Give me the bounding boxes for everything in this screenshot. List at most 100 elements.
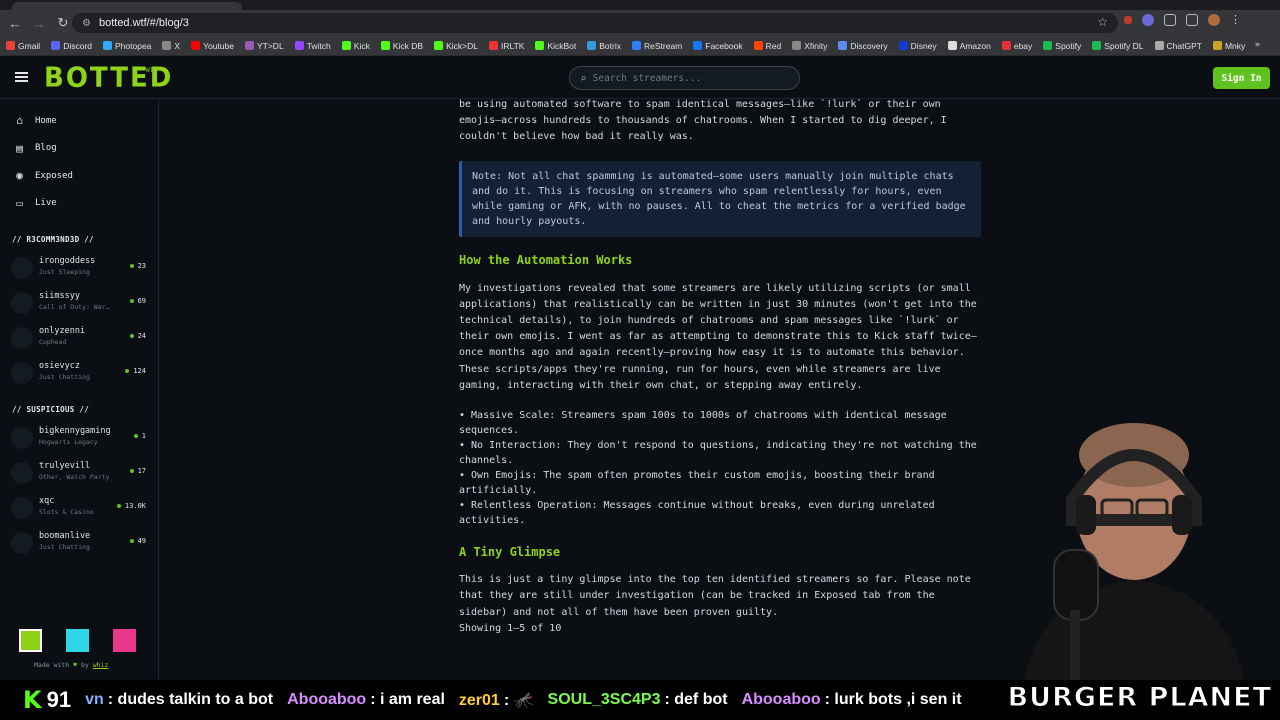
extension-icon[interactable] bbox=[1124, 16, 1132, 24]
bookmark-favicon-icon bbox=[632, 41, 641, 50]
bookmark-item[interactable]: Kick DB bbox=[380, 40, 424, 51]
url-text: botted.wtf/#/blog/3 bbox=[98, 17, 189, 29]
bookmark-favicon-icon bbox=[838, 41, 848, 50]
bookmark-item[interactable]: Photopea bbox=[103, 41, 151, 51]
sidebar-item-label: Blog bbox=[35, 143, 57, 154]
reload-icon[interactable]: ↻ bbox=[52, 12, 74, 34]
bookmark-item[interactable]: Facebook bbox=[693, 41, 743, 51]
list-item: • Relentless Operation: Messages continu… bbox=[459, 500, 935, 527]
streamer-list-item[interactable]: onlyzenni Cuphead 24 bbox=[0, 323, 158, 358]
chat-username: SOUL_3SC4P3 bbox=[547, 691, 661, 708]
bookmark-item[interactable]: Mnky bbox=[1212, 40, 1246, 51]
address-bar[interactable]: ⚙ botted.wtf/#/blog/3 ☆ bbox=[72, 13, 1118, 33]
hamburger-menu-icon[interactable] bbox=[15, 72, 28, 82]
streamer-list-item[interactable]: boomanlive Just Chatting 49 bbox=[0, 528, 158, 563]
viewer-count-value: 17 bbox=[137, 467, 146, 475]
streamer-list-item[interactable]: siimssyy Call of Duty: War… 69 bbox=[0, 288, 158, 323]
site-info-icon[interactable]: ⚙ bbox=[82, 18, 91, 29]
bookmark-item[interactable]: Kick bbox=[341, 40, 370, 51]
streamer-list-item[interactable]: xqc Slots & Casino 13.0K bbox=[0, 493, 158, 528]
bookmark-label: Youtube bbox=[203, 40, 234, 51]
stream-chat-ticker: K 91 vn: dudes talkin to a bot Abooaboo: … bbox=[0, 680, 1280, 720]
bookmark-item[interactable]: X bbox=[162, 41, 180, 51]
theme-swatch-pink[interactable] bbox=[113, 629, 136, 652]
bookmark-item[interactable]: Discord bbox=[51, 41, 92, 51]
viewer-count-value: 24 bbox=[137, 332, 146, 340]
sidebar-item-label: Exposed bbox=[35, 170, 73, 181]
bookmark-favicon-icon bbox=[1001, 41, 1011, 50]
forward-icon[interactable]: → bbox=[28, 12, 50, 34]
webcam-overlay bbox=[984, 400, 1280, 680]
bookmark-label: ChatGPT bbox=[1166, 40, 1202, 51]
streamer-category: Other, Watch Party bbox=[39, 473, 110, 481]
chat-message: vn: dudes talkin to a bot bbox=[85, 691, 273, 709]
bookmarks-overflow-icon[interactable]: » bbox=[1255, 40, 1260, 50]
bookmark-item[interactable]: Gmail bbox=[6, 41, 40, 51]
bookmark-item[interactable]: Spotify bbox=[1043, 41, 1081, 51]
bookmark-item[interactable]: Xfinity bbox=[792, 41, 827, 51]
sidebar-item-exposed[interactable]: ◉ Exposed bbox=[0, 162, 158, 190]
bookmark-item[interactable]: Youtube bbox=[191, 41, 234, 51]
bookmark-label: Kick DB bbox=[392, 40, 424, 51]
streamer-list-item[interactable]: irongoddess Just Sleeping 23 bbox=[0, 253, 158, 288]
menu-kebab-icon[interactable]: ⋮ bbox=[1230, 14, 1242, 26]
author-link[interactable]: whiz bbox=[93, 661, 109, 669]
back-icon[interactable]: ← bbox=[4, 12, 26, 34]
search-icon: ⌕ bbox=[580, 71, 587, 85]
bookmark-item[interactable]: IRLTK bbox=[488, 41, 524, 51]
bookmark-item[interactable]: ChatGPT bbox=[1154, 40, 1202, 51]
bookmark-item[interactable]: Amazon bbox=[947, 41, 991, 51]
bookmark-item[interactable]: YT>DL bbox=[244, 41, 284, 51]
sign-in-button[interactable]: Sign In bbox=[1213, 67, 1270, 89]
sidebar-item-blog[interactable]: ▤ Blog bbox=[0, 135, 158, 163]
sidebar-item-label: Live bbox=[35, 198, 57, 209]
bookmark-label: Mnky bbox=[1224, 40, 1246, 51]
bookmark-star-icon[interactable]: ☆ bbox=[1097, 15, 1108, 29]
profile-avatar[interactable] bbox=[1208, 14, 1220, 26]
bookmark-favicon-icon bbox=[1043, 41, 1053, 50]
sidebar-item-home[interactable]: ⌂ Home bbox=[0, 107, 158, 135]
bookmark-item[interactable]: Disney bbox=[898, 41, 937, 51]
pagination-summary: Showing 1–5 of 10 bbox=[459, 622, 562, 634]
live-dot-icon bbox=[129, 264, 134, 268]
search-placeholder: Search streamers... bbox=[592, 72, 702, 84]
streamer-list-item[interactable]: trulyevill Other, Watch Party 17 bbox=[0, 458, 158, 493]
brand-logo: BURGER PLANET bbox=[1007, 682, 1272, 714]
bookmark-label: Kick>DL bbox=[446, 40, 478, 51]
streamer-list-item[interactable]: osievycz Just Chatting 124 bbox=[0, 358, 158, 393]
bookmark-item[interactable]: Twitch bbox=[294, 41, 331, 51]
bookmark-item[interactable]: ebay bbox=[1001, 40, 1033, 51]
sidebar-item-live[interactable]: ▭ Live bbox=[0, 190, 158, 218]
avatar bbox=[11, 462, 33, 484]
avatar bbox=[11, 427, 33, 449]
tab-search-icon[interactable] bbox=[1186, 14, 1198, 26]
active-tab[interactable] bbox=[12, 2, 242, 10]
article-paragraph: be using automated software to spam iden… bbox=[459, 99, 947, 143]
bookmark-item[interactable]: KickBot bbox=[535, 41, 576, 51]
puzzle-icon[interactable] bbox=[1164, 14, 1176, 26]
viewer-count: 23 bbox=[129, 262, 146, 270]
bookmark-favicon-icon bbox=[341, 41, 351, 50]
bookmark-item[interactable]: Botrix bbox=[587, 41, 621, 51]
list-item: • Own Emojis: The spam often promotes th… bbox=[459, 470, 935, 497]
bookmark-item[interactable]: ReStream bbox=[632, 41, 682, 51]
extension-icon[interactable] bbox=[1142, 14, 1154, 26]
theme-swatch-green[interactable] bbox=[19, 629, 42, 652]
bookmark-item[interactable]: Discovery bbox=[838, 41, 888, 51]
viewer-count: 1 bbox=[133, 432, 146, 440]
bookmark-label: ebay bbox=[1013, 40, 1033, 51]
made-by-text: by bbox=[81, 661, 89, 669]
bookmark-favicon-icon bbox=[1154, 41, 1164, 50]
bookmark-label: Kick bbox=[353, 40, 370, 51]
avatar bbox=[11, 497, 33, 519]
bookmark-item[interactable]: Kick>DL bbox=[434, 41, 478, 51]
bookmark-item[interactable]: Spotify DL bbox=[1092, 41, 1144, 51]
bookmark-label: Photopea bbox=[115, 40, 152, 51]
bookmark-label: X bbox=[174, 40, 181, 51]
streamer-list-item[interactable]: bigkennygaming Hogwarts Legacy 1 bbox=[0, 423, 158, 458]
avatar bbox=[11, 257, 33, 279]
site-header: BOTTED WTF ⌕ Search streamers... Sign In bbox=[0, 57, 1280, 99]
theme-swatch-cyan[interactable] bbox=[66, 629, 89, 652]
search-input[interactable]: ⌕ Search streamers... bbox=[569, 66, 800, 90]
bookmark-item[interactable]: Red bbox=[753, 41, 781, 51]
